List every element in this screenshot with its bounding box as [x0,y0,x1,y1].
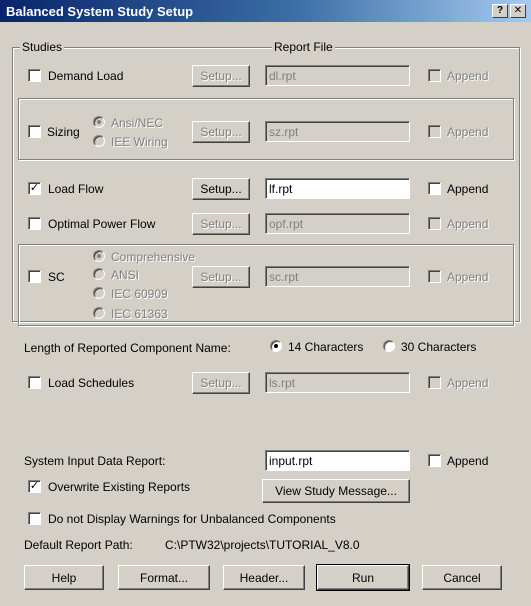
demand-load-append-label: Append [447,69,489,83]
sc-comprehensive-label: Comprehensive [111,250,196,264]
sc-iec60909-radio[interactable] [93,287,105,299]
system-input-label: System Input Data Report: [24,454,166,468]
format-button[interactable]: Format... [118,565,210,590]
demand-load-file-field[interactable]: dl.rpt [265,65,410,86]
sizing-setup-button[interactable]: Setup... [192,121,250,143]
name-30-label: 30 Characters [401,340,477,354]
run-button[interactable]: Run [316,564,410,591]
sc-iec60909-label: IEC 60909 [111,287,168,301]
opf-file-field[interactable]: opf.rpt [265,213,410,234]
load-flow-setup-button[interactable]: Setup... [192,178,250,200]
load-flow-label: Load Flow [48,182,104,196]
sc-setup-button[interactable]: Setup... [192,266,250,288]
load-schedules-append-label: Append [447,376,489,390]
demand-load-setup-button[interactable]: Setup... [192,65,250,87]
name-14-label: 14 Characters [288,340,364,354]
opf-label: Optimal Power Flow [48,217,156,231]
default-path-value: C:\PTW32\projects\TUTORIAL_V8.0 [165,538,360,552]
no-warnings-label: Do not Display Warnings for Unbalanced C… [48,512,336,526]
load-schedules-setup-button[interactable]: Setup... [192,372,250,394]
help-icon[interactable]: ? [492,4,508,18]
system-input-append-checkbox[interactable] [428,454,441,467]
system-input-append-label: Append [447,454,489,468]
report-file-legend: Report File [272,40,335,54]
sc-append-label: Append [447,270,489,284]
component-name-length-label: Length of Reported Component Name: [24,341,231,355]
demand-load-checkbox[interactable] [28,69,41,82]
sc-append-checkbox[interactable] [428,270,441,283]
studies-legend: Studies [20,40,65,54]
help-button[interactable]: Help [24,565,104,590]
cancel-button[interactable]: Cancel [422,565,502,590]
load-schedules-checkbox[interactable] [28,376,41,389]
header-button[interactable]: Header... [223,565,305,590]
sizing-iee-label: IEE Wiring [111,135,168,149]
load-flow-checkbox[interactable]: ✓ [28,182,41,195]
sizing-checkbox[interactable] [28,125,41,138]
load-flow-file-field[interactable]: lf.rpt [265,178,410,199]
sc-label: SC [48,270,65,284]
sc-iec61363-radio[interactable] [93,307,105,319]
opf-append-label: Append [447,217,489,231]
sc-checkbox[interactable] [28,270,41,283]
view-study-message-button[interactable]: View Study Message... [262,479,410,503]
opf-append-checkbox[interactable] [428,217,441,230]
name-14-radio[interactable] [270,340,282,352]
no-warnings-checkbox[interactable] [28,512,41,525]
sizing-ansi-radio[interactable] [93,116,105,128]
sc-ansi-label: ANSI [111,268,140,282]
sizing-file-field[interactable]: sz.rpt [265,121,410,142]
demand-load-append-checkbox[interactable] [428,69,441,82]
window-title: Balanced System Study Setup [6,4,194,19]
sizing-append-checkbox[interactable] [428,125,441,138]
sc-ansi-radio[interactable] [93,268,105,280]
default-path-label: Default Report Path: [24,538,133,552]
load-schedules-append-checkbox[interactable] [428,376,441,389]
system-input-file-field[interactable]: input.rpt [265,450,410,471]
sizing-iee-radio[interactable] [93,135,105,147]
sc-file-field[interactable]: sc.rpt [265,266,410,287]
opf-setup-button[interactable]: Setup... [192,213,250,235]
demand-load-label: Demand Load [48,69,124,83]
close-icon[interactable]: ✕ [510,4,526,18]
load-schedules-file-field[interactable]: ls.rpt [265,372,410,393]
title-bar: Balanced System Study Setup ? ✕ [0,0,531,22]
sizing-label: Sizing [47,125,80,139]
load-flow-append-checkbox[interactable] [428,182,441,195]
overwrite-checkbox[interactable]: ✓ [28,480,41,493]
name-30-radio[interactable] [383,340,395,352]
opf-checkbox[interactable] [28,217,41,230]
sizing-append-label: Append [447,125,489,139]
overwrite-label: Overwrite Existing Reports [48,480,191,494]
load-schedules-label: Load Schedules [48,376,135,390]
sizing-ansi-label: Ansi/NEC [111,116,164,130]
sc-iec61363-label: IEC 61363 [111,307,168,321]
sc-comprehensive-radio[interactable] [93,250,105,262]
load-flow-append-label: Append [447,182,489,196]
